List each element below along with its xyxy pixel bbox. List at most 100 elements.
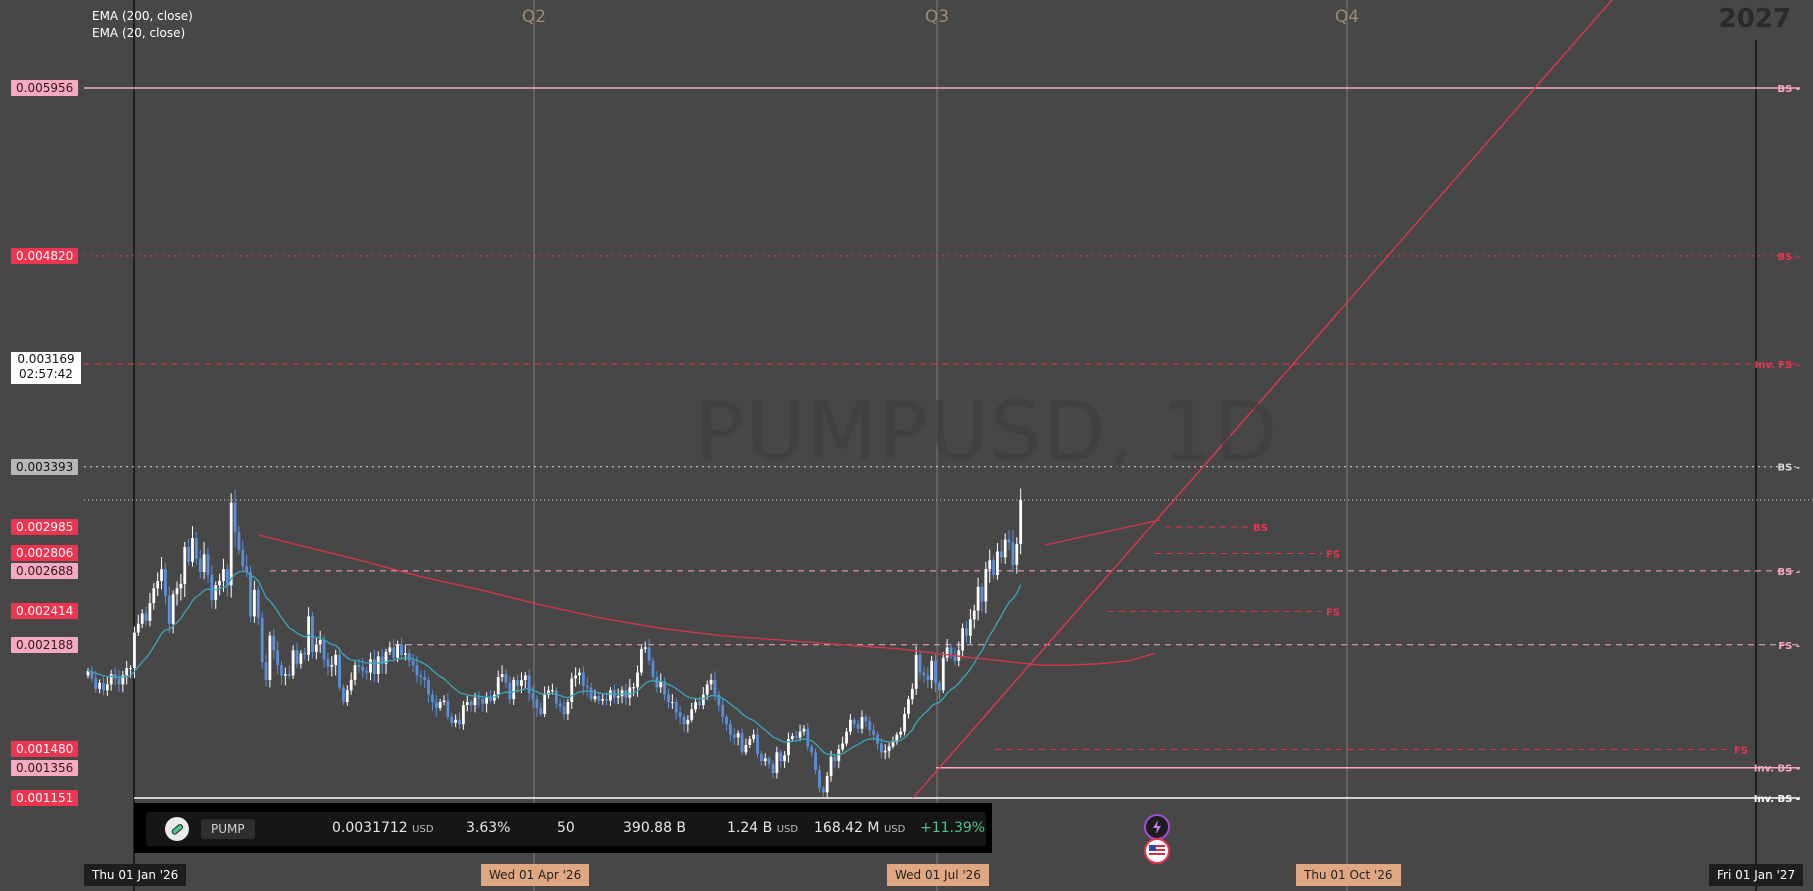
candle-body	[477, 697, 481, 700]
candle-body	[593, 696, 597, 700]
candle-body	[810, 746, 814, 753]
candle-body	[562, 706, 566, 714]
candle-body	[249, 572, 252, 617]
candle-body	[225, 569, 229, 586]
level-label: BS -	[1778, 567, 1800, 578]
ticker-symbol[interactable]: PUMP	[201, 819, 255, 839]
candle-body	[759, 753, 763, 762]
candle-body	[725, 716, 728, 725]
candle-body	[164, 569, 167, 596]
candle-body	[473, 697, 477, 706]
level-label: FS	[1326, 549, 1340, 560]
candle-body	[632, 687, 636, 689]
candle-body	[508, 682, 512, 700]
candle-body	[999, 551, 1003, 558]
candle-body	[771, 764, 775, 774]
candle-body	[872, 730, 876, 735]
candle-body	[156, 580, 160, 589]
candle-body	[752, 734, 756, 740]
candle-body	[334, 654, 338, 666]
candle-body	[879, 743, 883, 753]
candle-body	[160, 569, 163, 581]
candle-body	[396, 644, 399, 658]
candle-body	[167, 595, 171, 624]
trendline	[1044, 519, 1161, 546]
candle-body	[709, 679, 713, 685]
candle-body	[748, 739, 752, 745]
candle-body	[945, 647, 949, 658]
candle-body	[589, 687, 593, 700]
candle-body	[1003, 539, 1007, 558]
candle-body	[729, 724, 732, 735]
candle-body	[643, 647, 647, 649]
candle-body	[941, 657, 945, 691]
candle-body	[314, 644, 318, 652]
level-label: FS -	[1778, 641, 1800, 652]
candle-body	[1011, 542, 1015, 565]
candle-body	[237, 532, 241, 550]
level-label: FS	[1326, 607, 1340, 618]
candle-body	[214, 585, 218, 601]
candle-body	[400, 644, 403, 655]
candle-body	[136, 623, 140, 633]
price-axis-tag: 0.002688	[11, 562, 79, 579]
candle-body	[465, 702, 469, 706]
candle-body	[907, 699, 910, 714]
ticker-price: 0.0031712 USD	[332, 820, 434, 836]
date-axis-tag: Wed 01 Jul '26	[887, 864, 989, 886]
candle-body	[125, 668, 129, 676]
level-label: FS	[1734, 745, 1748, 756]
candle-body	[183, 546, 187, 584]
us-flag-icon[interactable]	[1144, 838, 1170, 864]
candle-body	[318, 640, 322, 645]
candle-body	[988, 560, 992, 570]
candle-body	[303, 653, 307, 655]
candle-body	[264, 662, 268, 680]
lightning-icon[interactable]	[1144, 814, 1170, 840]
candle-body	[407, 653, 411, 661]
candle-body	[790, 736, 794, 740]
candle-body	[968, 619, 972, 636]
date-axis-tag: Thu 01 Oct '26	[1296, 864, 1401, 886]
candle-body	[326, 659, 330, 667]
candle-body	[175, 588, 179, 595]
price-axis-tag: 0.001151	[11, 790, 79, 806]
candle-body	[732, 734, 736, 738]
candle-body	[268, 635, 272, 680]
legend-ema200[interactable]: EMA (200, close)	[92, 8, 193, 25]
candle-body	[698, 702, 701, 706]
price-axis-tag: 0.005956	[11, 80, 79, 96]
candle-body	[636, 672, 639, 688]
candle-body	[388, 647, 392, 652]
candle-body	[512, 679, 516, 700]
candle-body	[117, 678, 121, 685]
legend-ema20[interactable]: EMA (20, close)	[92, 25, 193, 42]
candle-body	[419, 675, 423, 677]
candle-body	[129, 668, 132, 670]
candle-body	[280, 665, 283, 676]
bar-countdown: 02:57:42	[19, 367, 73, 381]
price-axis-tag: 0.002414	[11, 603, 79, 620]
current-price: 0.003169	[17, 352, 75, 366]
candle-body	[241, 549, 245, 567]
candle-body	[578, 672, 581, 676]
candle-body	[361, 666, 365, 672]
candle-body	[94, 678, 98, 689]
candle-body	[210, 575, 214, 601]
candle-body	[713, 679, 717, 695]
level-label: Inv. BS -	[1754, 794, 1800, 805]
candle-body	[763, 758, 767, 762]
candle-body	[527, 675, 531, 694]
candle-body	[179, 583, 183, 589]
candle-body	[520, 679, 523, 686]
candle-body	[864, 716, 868, 722]
candle-body	[198, 558, 202, 573]
candle-body	[744, 744, 748, 753]
candle-body	[581, 672, 585, 686]
price-axis-tag: 0.002188	[11, 636, 79, 653]
level-label: BS -	[1778, 252, 1800, 263]
candle-body	[171, 594, 175, 624]
candle-body	[570, 678, 574, 703]
candle-body	[446, 700, 450, 717]
symbol-watermark: PUMPUSD, 1D	[695, 385, 1279, 480]
